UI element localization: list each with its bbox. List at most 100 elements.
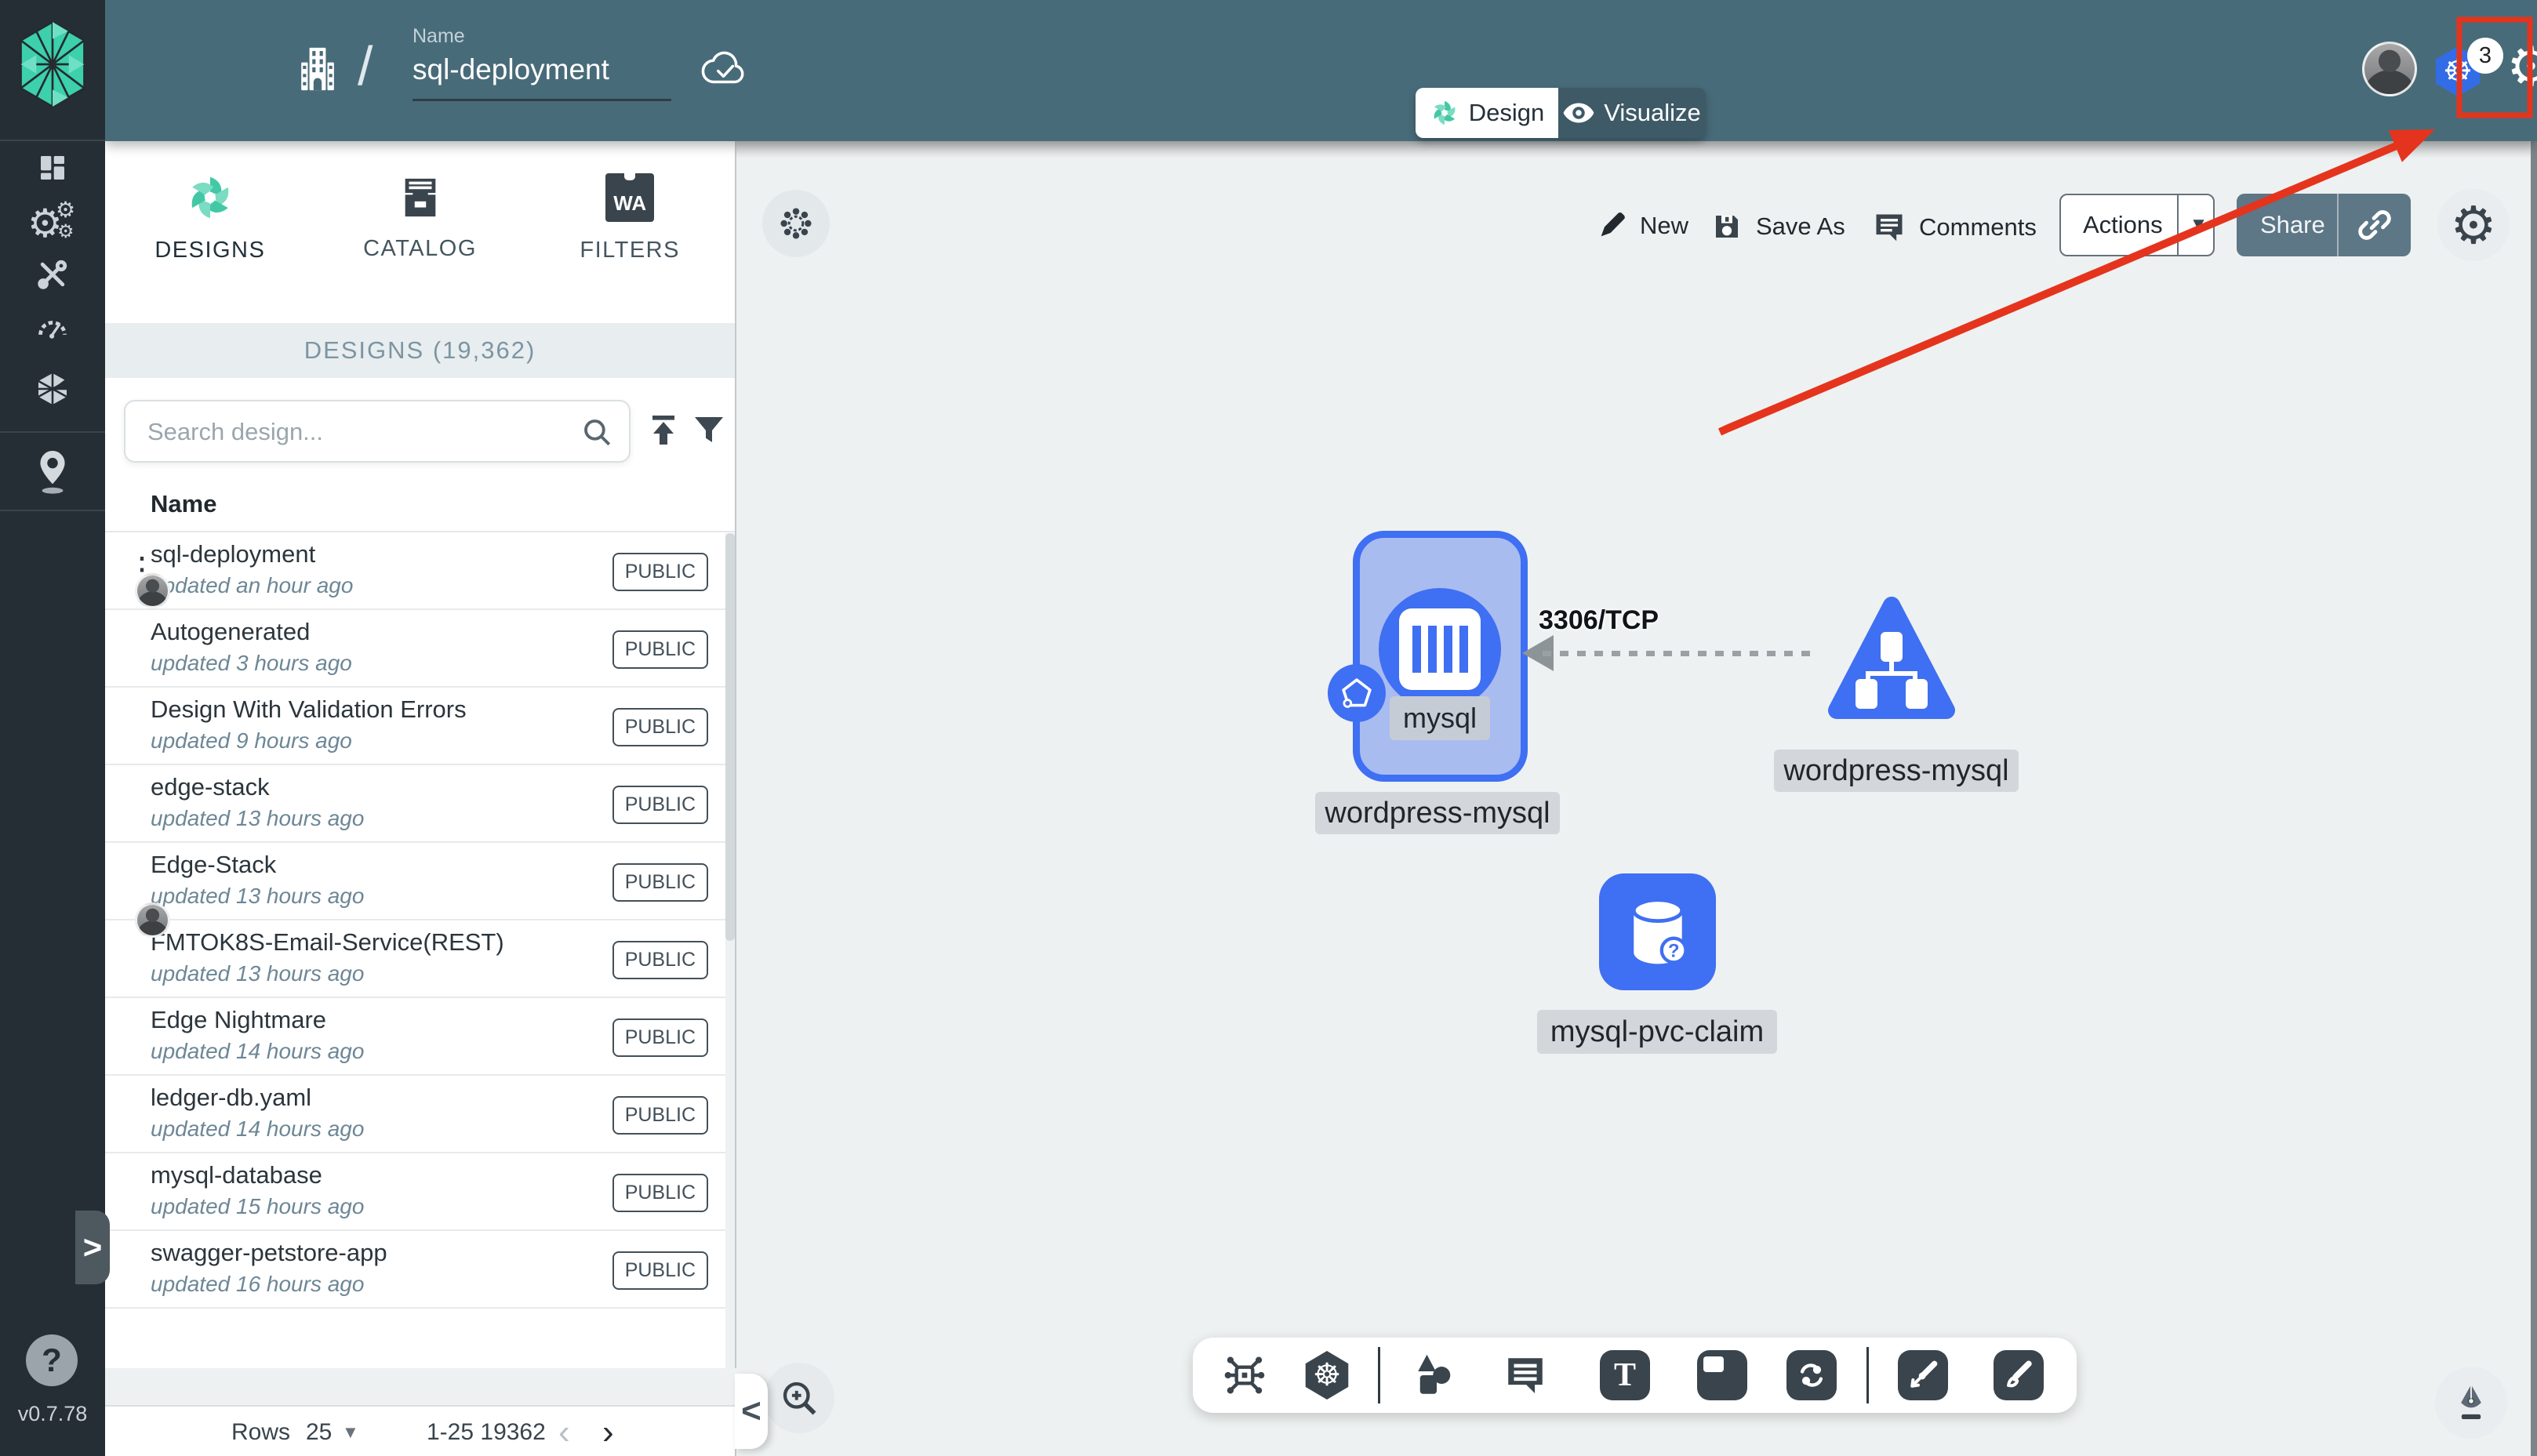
freehand-pencil-tool[interactable] [1994, 1350, 2044, 1400]
design-list-row[interactable]: ⋮ ledger-db.yaml updated 14 hours ago PU… [105, 1076, 735, 1153]
top-app-bar: / Name ☸ 3 ⚙ ! 7 [105, 0, 2537, 141]
component-graph-tool[interactable] [1219, 1350, 1270, 1400]
sidebar-item-extensions[interactable] [0, 370, 105, 408]
save-as-button[interactable]: Save As [1710, 210, 1845, 243]
design-list-row[interactable]: ⋮ Design With Validation Errors updated … [105, 688, 735, 765]
tab-filters[interactable]: WA FILTERS [525, 141, 735, 295]
sidebar-divider [0, 431, 105, 433]
organization-icon[interactable] [298, 44, 337, 94]
meshery-logo[interactable] [17, 19, 88, 110]
tab-visualize[interactable]: Visualize [1558, 88, 1706, 138]
design-updated-time: updated 9 hours ago [151, 728, 352, 753]
design-updated-time: updated 14 hours ago [151, 1117, 365, 1141]
pen-nib-button[interactable] [2435, 1367, 2507, 1439]
prev-page-icon[interactable]: ‹ [558, 1413, 570, 1452]
actions-dropdown-button[interactable]: Actions ▼ [2059, 194, 2215, 256]
rows-per-page-select[interactable]: 25 [306, 1419, 332, 1446]
edge-pen-tool[interactable] [1898, 1350, 1948, 1400]
search-input[interactable] [146, 401, 572, 463]
tab-catalog[interactable]: CATALOG [315, 141, 525, 295]
mysql-service-inner-label: mysql [1390, 696, 1490, 740]
design-name-underline [413, 99, 671, 101]
tab-design[interactable]: Design [1416, 88, 1558, 138]
sidebar-item-performance[interactable] [0, 310, 105, 342]
toolbar-divider [1866, 1347, 1869, 1403]
sidebar-item-dashboard[interactable] [0, 152, 105, 183]
visibility-badge: PUBLIC [612, 1096, 708, 1135]
frame-tool[interactable] [1697, 1350, 1747, 1400]
left-nav-sidebar: ⚙ ⚙ ⚙ > ? v0.7.78 [0, 0, 110, 1456]
design-name: ledger-db.yaml [151, 1084, 312, 1111]
design-updated-time: updated 14 hours ago [151, 1039, 365, 1063]
panel-tabs: DESIGNS CATALOG WA FILTERS [105, 141, 735, 295]
design-updated-time: updated 13 hours ago [151, 961, 365, 986]
user-avatar[interactable] [2362, 42, 2417, 96]
chevron-right-icon: > [82, 1229, 103, 1265]
design-name-field[interactable] [413, 53, 671, 86]
dashboard-icon [41, 156, 64, 180]
copy-link-icon[interactable] [2339, 207, 2411, 243]
edge-mysql-deployment[interactable] [1543, 651, 1819, 656]
list-scrollbar-thumb[interactable] [725, 533, 735, 941]
design-updated-time: updated 13 hours ago [151, 806, 365, 830]
share-button[interactable]: Share [2237, 194, 2411, 256]
design-canvas[interactable]: New Save As Comments Actions ▼ Share ⚙ m… [736, 141, 2537, 1456]
shapes-icon [1418, 1354, 1451, 1394]
design-list-row[interactable]: ⋮ swagger-petstore-app updated 16 hours … [105, 1231, 735, 1309]
zoom-in-button[interactable] [764, 1363, 834, 1433]
design-list-row[interactable]: ⋮ edge-stack updated 13 hours ago PUBLIC [105, 765, 735, 843]
design-list-row[interactable]: ⋮ mysql-database updated 15 hours ago PU… [105, 1153, 735, 1231]
sidebar-divider [0, 140, 105, 141]
app-version: v0.7.78 [17, 1402, 88, 1425]
share-label: Share [2260, 211, 2325, 238]
comment-tool[interactable] [1500, 1350, 1550, 1400]
caret-down-icon[interactable]: ▼ [342, 1422, 359, 1443]
sidebar-expand-handle[interactable]: > [75, 1211, 110, 1284]
panel-collapse-handle[interactable]: < [735, 1374, 768, 1449]
cloud-saved-icon[interactable] [698, 49, 750, 88]
storage-cylinder-icon: ? [1631, 897, 1688, 964]
comment-tool-icon [1508, 1358, 1543, 1393]
canvas-settings-button[interactable]: ⚙ [2437, 189, 2510, 261]
comments-button[interactable]: Comments [1872, 210, 2037, 245]
canvas-scrollbar[interactable] [2531, 141, 2537, 1456]
visibility-badge: PUBLIC [612, 630, 708, 669]
next-page-icon[interactable]: › [602, 1413, 614, 1452]
dot-mesh-button[interactable] [762, 190, 830, 257]
kubernetes-icon: ☸ [1305, 1351, 1349, 1400]
new-design-button[interactable]: New [1596, 210, 1688, 241]
design-list-row[interactable]: ⋮ Edge Nightmare updated 14 hours ago PU… [105, 998, 735, 1076]
publish-upload-icon[interactable] [645, 411, 682, 448]
sidebar-item-kanvas[interactable] [0, 447, 105, 496]
save-as-label: Save As [1756, 212, 1845, 240]
design-name: sql-deployment [151, 540, 316, 568]
help-button[interactable]: ? [26, 1334, 78, 1386]
design-list-row[interactable]: ⋮ Edge-Stack updated 13 hours ago PUBLIC [105, 843, 735, 938]
actions-label: Actions [2083, 211, 2163, 238]
mysql-shape-badge[interactable] [1328, 664, 1386, 722]
design-list-row[interactable]: ⋮ Autogenerated updated 3 hours ago PUBL… [105, 610, 735, 688]
edge-port-label: 3306/TCP [1539, 605, 1659, 635]
wasm-filters-icon: WA [605, 172, 655, 222]
text-tool[interactable]: T [1600, 1350, 1650, 1400]
link-tool[interactable] [1786, 1350, 1837, 1400]
node-wordpress-deployment[interactable] [1821, 593, 1962, 726]
kubernetes-tool[interactable]: ☸ [1302, 1350, 1352, 1400]
design-updated-time: updated 15 hours ago [151, 1194, 365, 1218]
sidebar-item-lifecycle[interactable]: ⚙ ⚙ ⚙ [0, 199, 105, 246]
design-swirl-icon [1434, 100, 1456, 125]
node-mysql-pvc[interactable]: ? [1599, 873, 1716, 990]
design-list-row[interactable]: ⋮ FMTOK8S-Email-Service(REST) updated 13… [105, 920, 735, 998]
extensions-mesh-icon [38, 373, 71, 405]
sidebar-item-toolkit[interactable] [0, 257, 105, 292]
tab-designs[interactable]: DESIGNS [105, 141, 315, 295]
search-icon[interactable] [580, 416, 613, 448]
text-tool-icon: T [1613, 1357, 1636, 1393]
design-list-row[interactable]: ⋮ sql-deployment updated an hour ago PUB… [105, 532, 735, 610]
design-name: edge-stack [151, 773, 270, 801]
shapes-tool[interactable] [1408, 1350, 1458, 1400]
search-box [124, 400, 631, 463]
panel-gap [105, 1368, 736, 1405]
filter-funnel-icon[interactable] [690, 411, 728, 448]
settings-gear-icon[interactable]: ⚙ [2506, 39, 2537, 94]
